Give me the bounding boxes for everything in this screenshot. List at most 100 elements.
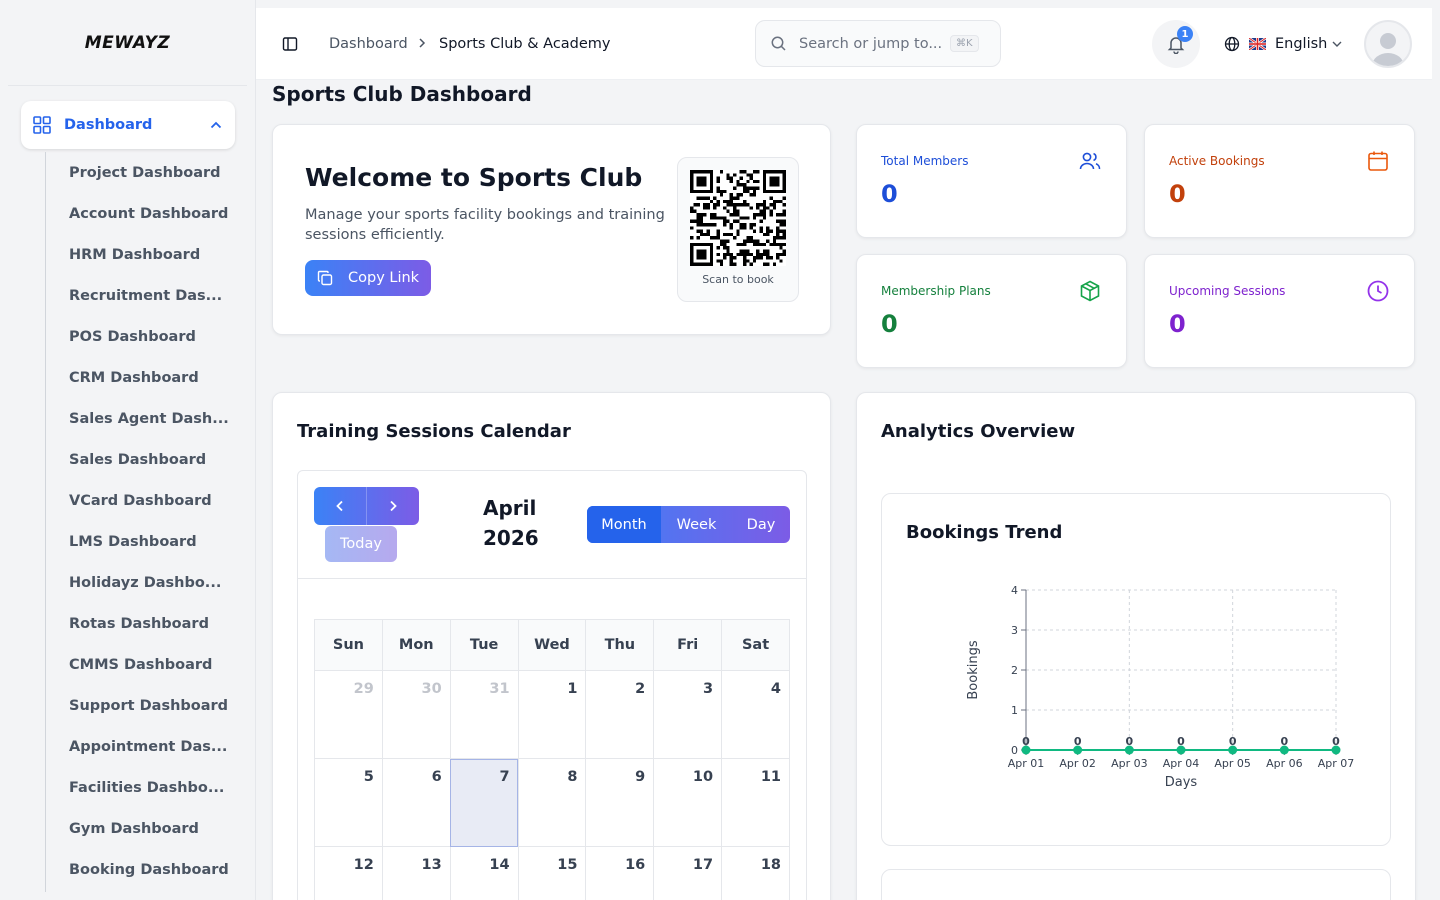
sidebar-item[interactable]: Recruitment Das... — [46, 275, 235, 316]
sidebar-item[interactable]: Rotas Dashboard — [46, 603, 235, 644]
weekday-header: Sat — [721, 619, 790, 671]
calendar-day[interactable]: 10 — [653, 758, 723, 847]
sidebar-item[interactable]: Holidayz Dashbo... — [46, 562, 235, 603]
sidebar-item[interactable]: CMMS Dashboard — [46, 644, 235, 685]
x-tick-label: Apr 05 — [1214, 757, 1251, 770]
calendar-day[interactable]: 15 — [517, 846, 587, 900]
calendar-day[interactable]: 29 — [314, 670, 383, 759]
calendar-day[interactable]: 18 — [721, 846, 790, 900]
sidebar-item[interactable]: Appointment Das... — [46, 726, 235, 767]
calendar-day-today[interactable]: 7 — [449, 758, 519, 847]
search-icon — [771, 36, 786, 51]
view-day-button[interactable]: Day — [732, 506, 790, 543]
stat-label: Upcoming Sessions — [1169, 284, 1286, 298]
data-label: 0 — [1332, 735, 1340, 748]
chevron-right-icon — [419, 38, 426, 48]
calendar-day[interactable]: 12 — [314, 846, 383, 900]
sidebar-item[interactable]: VCard Dashboard — [46, 480, 235, 521]
qr-code-box[interactable]: Scan to book — [677, 157, 799, 302]
calendar-day[interactable]: 17 — [653, 846, 723, 900]
calendar-day[interactable]: 3 — [653, 670, 723, 759]
stat-value: 0 — [1169, 310, 1186, 338]
notifications-button[interactable]: 1 — [1152, 20, 1200, 68]
calendar-view-switch: Month Week Day — [587, 506, 790, 543]
sidebar-item[interactable]: Sales Dashboard — [46, 439, 235, 480]
today-button[interactable]: Today — [325, 526, 397, 562]
data-label: 0 — [1281, 735, 1289, 748]
data-label: 0 — [1229, 735, 1237, 748]
weekday-header: Thu — [585, 619, 655, 671]
stat-value: 0 — [881, 180, 898, 208]
sidebar-item[interactable]: Sales Agent Dash... — [46, 398, 235, 439]
copy-link-label: Copy Link — [348, 270, 420, 286]
sidebar-item[interactable]: Project Dashboard — [46, 152, 235, 193]
calendar-day[interactable]: 11 — [721, 758, 790, 847]
calendar-week: 5 6 7 8 9 10 11 — [314, 758, 790, 847]
calendar-day[interactable]: 13 — [381, 846, 451, 900]
stat-card-membership-plans: Membership Plans 0 — [856, 254, 1127, 368]
calendar-day[interactable]: 5 — [314, 758, 383, 847]
next-month-button[interactable] — [366, 487, 418, 525]
weekday-header: Fri — [653, 619, 723, 671]
x-tick-label: Apr 07 — [1318, 757, 1355, 770]
view-month-button[interactable]: Month — [587, 506, 661, 543]
x-tick-label: Apr 03 — [1111, 757, 1148, 770]
sidebar-item[interactable]: CRM Dashboard — [46, 357, 235, 398]
stat-card-active-bookings: Active Bookings 0 — [1144, 124, 1415, 238]
chevron-right-icon — [389, 500, 397, 512]
calendar-month-title: April 2026 — [483, 496, 539, 550]
calendar: Today April 2026 Month Week Day Sun Mon Tue W… — [297, 470, 807, 900]
sidebar-item[interactable]: POS Dashboard — [46, 316, 235, 357]
y-tick-label: 1 — [1011, 704, 1018, 717]
stat-value: 0 — [881, 310, 898, 338]
calendar-day[interactable]: 30 — [381, 670, 451, 759]
copy-icon — [317, 270, 333, 286]
sidebar-item[interactable]: LMS Dashboard — [46, 521, 235, 562]
language-selector[interactable]: English — [1224, 32, 1343, 56]
calendar-day[interactable]: 4 — [721, 670, 790, 759]
calendar-day[interactable]: 1 — [517, 670, 587, 759]
analytics-title: Analytics Overview — [881, 421, 1076, 442]
data-label: 0 — [1177, 735, 1185, 748]
sidebar: MEWAYZ Dashboard Project Dashboard Accoun… — [0, 0, 256, 900]
qr-caption: Scan to book — [702, 273, 774, 286]
breadcrumb-dashboard[interactable]: Dashboard — [329, 36, 408, 52]
calendar-day[interactable]: 14 — [449, 846, 519, 900]
prev-month-button[interactable] — [314, 487, 366, 525]
user-avatar[interactable] — [1364, 20, 1412, 68]
top-header: Dashboard Sports Club & Academy ⌘K 1 Eng… — [256, 8, 1432, 80]
stat-label: Active Bookings — [1169, 154, 1265, 168]
sidebar-item[interactable]: Account Dashboard — [46, 193, 235, 234]
bookings-trend-chart: 0 1 2 3 4 Apr 01 Apr 02 Apr 03 Apr 04 Apr 05 Apr 0… — [966, 584, 1355, 790]
sidebar-item[interactable]: Gym Dashboard — [46, 808, 235, 849]
calendar-week: 29 30 31 1 2 3 4 — [314, 670, 790, 759]
sidebar-item[interactable]: Facilities Dashbo... — [46, 767, 235, 808]
chevron-up-icon[interactable] — [209, 118, 223, 132]
calendar-day[interactable]: 6 — [381, 758, 451, 847]
calendar-day[interactable]: 2 — [585, 670, 655, 759]
logo[interactable]: MEWAYZ — [8, 0, 247, 86]
calendar-day[interactable]: 9 — [585, 758, 655, 847]
weekday-header: Wed — [517, 619, 587, 671]
y-tick-label: 3 — [1011, 624, 1018, 637]
search-input[interactable] — [799, 35, 944, 52]
sidebar-item[interactable]: Support Dashboard — [46, 685, 235, 726]
calendar-day[interactable]: 16 — [585, 846, 655, 900]
calendar-day[interactable]: 31 — [449, 670, 519, 759]
welcome-card: Welcome to Sports Club Manage your sport… — [272, 124, 831, 335]
sidebar-toggle-icon[interactable] — [282, 36, 298, 52]
divider — [298, 578, 806, 579]
sidebar-item[interactable]: Booking Dashboard — [46, 849, 235, 890]
copy-link-button[interactable]: Copy Link — [305, 260, 431, 296]
x-tick-label: Apr 06 — [1266, 757, 1303, 770]
sidebar-item-dashboard[interactable]: Dashboard — [21, 101, 235, 149]
sidebar-item[interactable]: HRM Dashboard — [46, 234, 235, 275]
bookings-trend-title: Bookings Trend — [906, 522, 1063, 543]
data-label: 0 — [1074, 735, 1082, 748]
clock-icon — [1367, 280, 1389, 302]
search-box[interactable]: ⌘K — [755, 20, 1001, 67]
view-week-button[interactable]: Week — [661, 506, 732, 543]
calendar-day[interactable]: 8 — [517, 758, 587, 847]
bookings-trend-card: Bookings Trend 0 1 2 3 4 Apr 01 Apr 02 Apr 03 Ap… — [881, 493, 1391, 846]
qr-code — [690, 170, 786, 266]
